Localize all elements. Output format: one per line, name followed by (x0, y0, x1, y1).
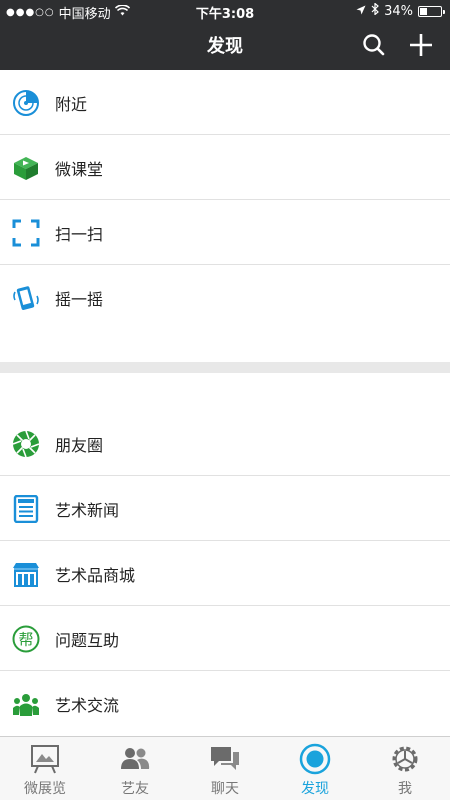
people-icon (12, 690, 40, 718)
menu-item-label: 艺术新闻 (55, 500, 120, 520)
help-badge-icon: 帮 (12, 625, 40, 653)
shake-phone-icon (12, 284, 40, 312)
menu-item-label: 摇一摇 (55, 289, 104, 309)
tab-friends[interactable]: 艺友 (90, 737, 180, 800)
menu-item-label: 扫一扫 (55, 224, 104, 244)
menu-item-art-store[interactable]: 艺术品商城 (0, 541, 450, 606)
aperture-icon (12, 430, 40, 458)
add-button[interactable] (408, 32, 434, 58)
discover-icon (299, 743, 331, 775)
menu-item-mutual-help[interactable]: 帮 问题互助 (0, 606, 450, 671)
help-badge-text: 帮 (18, 630, 33, 648)
menu-item-nearby[interactable]: 附近 (0, 70, 450, 135)
battery-percent: 34% (384, 3, 413, 19)
tab-label: 聊天 (211, 781, 239, 797)
discover-menu: 附近 微课堂 扫一扫 摇一摇 朋友圈 艺术新闻 艺术品商城 帮 问题互助 艺术交… (0, 70, 450, 736)
tab-me[interactable]: 我 (360, 737, 450, 800)
menu-item-micro-class[interactable]: 微课堂 (0, 135, 450, 200)
battery-icon (418, 5, 445, 17)
bluetooth-icon (371, 2, 379, 19)
plus-icon (410, 34, 432, 56)
tab-bar: 微展览 艺友 聊天 发现 我 (0, 736, 450, 800)
play-box-icon (12, 154, 40, 182)
tab-label: 发现 (301, 781, 329, 797)
menu-item-moments[interactable]: 朋友圈 (0, 411, 450, 476)
tab-discover[interactable]: 发现 (270, 737, 360, 800)
menu-item-label: 艺术交流 (55, 695, 120, 715)
section-divider (0, 362, 450, 373)
location-arrow-icon (356, 4, 366, 19)
tab-label: 我 (398, 781, 412, 797)
menu-item-label: 问题互助 (55, 630, 120, 650)
menu-item-label: 微课堂 (55, 159, 104, 179)
chat-icon (209, 743, 241, 775)
status-bar: ●●●○○ 中国移动 下午3:08 34% (0, 0, 450, 22)
search-button[interactable] (361, 32, 387, 58)
section-spacer (0, 373, 450, 411)
tab-label: 微展览 (24, 781, 66, 797)
menu-item-scan[interactable]: 扫一扫 (0, 200, 450, 265)
menu-item-shake[interactable]: 摇一摇 (0, 265, 450, 330)
menu-item-art-news[interactable]: 艺术新闻 (0, 476, 450, 541)
easel-icon (29, 743, 61, 775)
radar-icon (12, 89, 40, 117)
menu-item-art-exchange[interactable]: 艺术交流 (0, 671, 450, 736)
top-bar: ●●●○○ 中国移动 下午3:08 34% 发现 (0, 0, 450, 70)
friends-icon (119, 743, 151, 775)
tab-chat[interactable]: 聊天 (180, 737, 270, 800)
menu-item-label: 附近 (55, 94, 88, 114)
news-icon (12, 494, 40, 523)
store-icon (12, 560, 40, 588)
menu-item-label: 艺术品商城 (55, 565, 136, 585)
scan-icon (12, 219, 40, 247)
menu-item-label: 朋友圈 (55, 435, 104, 455)
search-icon (363, 34, 385, 56)
tab-label: 艺友 (121, 781, 149, 797)
tab-micro-exhibition[interactable]: 微展览 (0, 737, 90, 800)
section-spacer (0, 330, 450, 362)
gear-icon (389, 743, 421, 775)
